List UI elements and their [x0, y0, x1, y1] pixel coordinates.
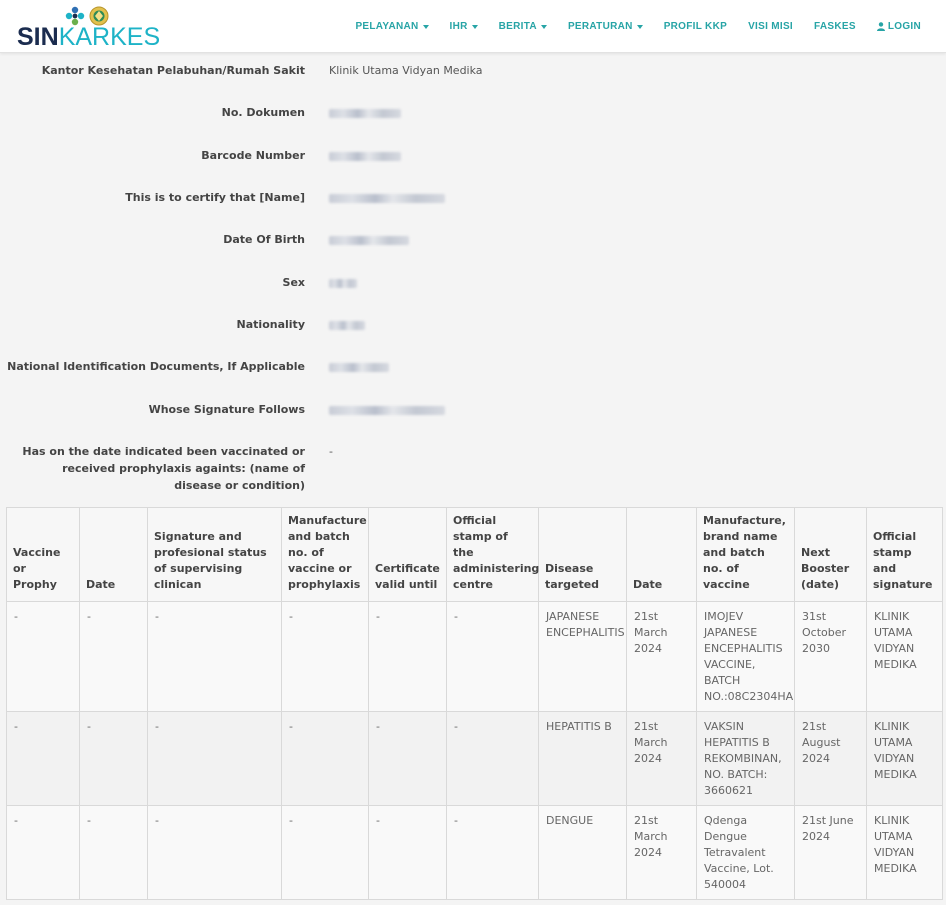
field-value-redacted [329, 358, 389, 377]
table-cell: - [446, 805, 539, 900]
table-cell: - [147, 711, 282, 806]
brand-logo[interactable]: SINKARKES [17, 4, 162, 50]
user-icon [876, 22, 885, 31]
table-header-row: Vaccine or Prophy Date Signature and pro… [6, 507, 943, 602]
table-cell: - [79, 601, 148, 712]
field-label: Whose Signature Follows [148, 403, 305, 416]
column-header: Signature and profesional status of supe… [147, 507, 282, 602]
column-header: Date [79, 507, 148, 602]
table-row: - - - - - - JAPANESE ENCEPHALITIS 21st M… [6, 601, 943, 712]
table-cell: - [281, 805, 369, 900]
field-value-redacted [329, 316, 365, 335]
table-cell: 21st June 2024 [794, 805, 867, 900]
table-cell: - [368, 805, 447, 900]
column-header: Disease targeted [538, 507, 627, 602]
table-cell: - [368, 711, 447, 806]
brand-wordmark-sin: SIN [17, 23, 59, 51]
table-cell: - [281, 601, 369, 712]
brand-wordmark: SINKARKES [17, 24, 160, 50]
nav-ihr[interactable]: IHR [450, 21, 478, 32]
column-header: Manufacture, brand name and batch no. of… [696, 507, 795, 602]
field-value-redacted [329, 274, 357, 293]
table-cell: 21st March 2024 [626, 805, 697, 900]
vaccination-table: Vaccine or Prophy Date Signature and pro… [6, 507, 943, 900]
field-value-redacted [329, 401, 445, 420]
table-cell: 31st October 2030 [794, 601, 867, 712]
table-cell: HEPATITIS B [538, 711, 627, 806]
nav-faskes-label: FASKES [814, 21, 856, 32]
navbar: SINKARKES PELAYANAN IHR BERITA PERATURAN… [0, 0, 946, 53]
field-label: Kantor Kesehatan Pelabuhan/Rumah Sakit [41, 64, 305, 77]
vaccination-table-wrapper: Vaccine or Prophy Date Signature and pro… [6, 507, 943, 900]
table-cell: - [281, 711, 369, 806]
main-nav: PELAYANAN IHR BERITA PERATURAN PROFIL KK… [334, 0, 921, 53]
field-label: Has on the date indicated been vaccinate… [22, 445, 305, 492]
caret-down-icon [540, 24, 547, 29]
caret-down-icon [471, 24, 478, 29]
table-cell: KLINIK UTAMA VIDYAN MEDIKA [866, 711, 943, 806]
table-cell: KLINIK UTAMA VIDYAN MEDIKA [866, 601, 943, 712]
table-row: - - - - - - DENGUE 21st March 2024 Qdeng… [6, 805, 943, 900]
table-cell: 21st August 2024 [794, 711, 867, 806]
table-cell: - [147, 805, 282, 900]
nav-faskes[interactable]: FASKES [814, 21, 856, 32]
table-row: - - - - - - HEPATITIS B 21st March 2024 … [6, 711, 943, 806]
field-value-redacted [329, 231, 409, 250]
table-cell: VAKSIN HEPATITIS B REKOMBINAN, NO. BATCH… [696, 711, 795, 806]
column-header: Manufacture and batch no. of vaccine or … [281, 507, 369, 602]
column-header: Certificate valid until [368, 507, 447, 602]
nav-peraturan[interactable]: PERATURAN [568, 21, 643, 32]
field-label: No. Dokumen [221, 106, 305, 119]
column-header: Official stamp of the administering cent… [446, 507, 539, 602]
table-cell: - [446, 711, 539, 806]
column-header: Vaccine or Prophy [6, 507, 80, 602]
field-label: Date Of Birth [223, 233, 305, 246]
table-cell: - [6, 601, 80, 712]
field-label: Sex [282, 276, 305, 289]
table-cell: - [79, 711, 148, 806]
field-value-redacted [329, 189, 445, 208]
table-cell: IMOJEV JAPANESE ENCEPHALITIS VACCINE, BA… [696, 601, 795, 712]
table-cell: - [147, 601, 282, 712]
table-cell: - [6, 805, 80, 900]
nav-peraturan-label: PERATURAN [567, 21, 633, 32]
table-cell: DENGUE [538, 805, 627, 900]
table-cell: - [79, 805, 148, 900]
table-cell: JAPANESE ENCEPHALITIS [538, 601, 627, 712]
column-header: Date [626, 507, 697, 602]
nav-berita-label: BERITA [498, 21, 537, 32]
nav-visi-misi-label: VISI MISI [748, 21, 794, 32]
caret-down-icon [636, 24, 643, 29]
table-cell: KLINIK UTAMA VIDYAN MEDIKA [866, 805, 943, 900]
field-label: Nationality [236, 318, 305, 331]
field-label: National Identification Documents, If Ap… [7, 360, 305, 373]
nav-ihr-label: IHR [449, 21, 468, 32]
table-cell: - [446, 601, 539, 712]
column-header: Next Booster (date) [794, 507, 867, 602]
nav-visi-misi[interactable]: VISI MISI [748, 21, 793, 32]
column-header: Official stamp and signature [866, 507, 943, 602]
table-cell: - [6, 711, 80, 806]
table-cell: 21st March 2024 [626, 711, 697, 806]
field-value-redacted [329, 147, 401, 166]
field-value-redacted [329, 104, 401, 123]
table-cell: Qdenga Dengue Tetravalent Vaccine, Lot. … [696, 805, 795, 900]
table-cell: - [368, 601, 447, 712]
brand-wordmark-karkes: KARKES [58, 23, 161, 51]
nav-login[interactable]: LOGIN [876, 21, 921, 32]
nav-profil-kkp[interactable]: PROFIL KKP [664, 21, 727, 32]
field-value: - [329, 445, 333, 458]
caret-down-icon [422, 24, 429, 29]
field-value: Klinik Utama Vidyan Medika [329, 64, 483, 77]
nav-profil-kkp-label: PROFIL KKP [663, 21, 728, 32]
nav-login-label: LOGIN [887, 21, 921, 32]
nav-berita[interactable]: BERITA [499, 21, 547, 32]
nav-pelayanan[interactable]: PELAYANAN [355, 21, 429, 32]
field-label: Barcode Number [201, 149, 305, 162]
table-cell: 21st March 2024 [626, 601, 697, 712]
field-label: This is to certify that [Name] [125, 191, 305, 204]
nav-pelayanan-label: PELAYANAN [355, 21, 419, 32]
